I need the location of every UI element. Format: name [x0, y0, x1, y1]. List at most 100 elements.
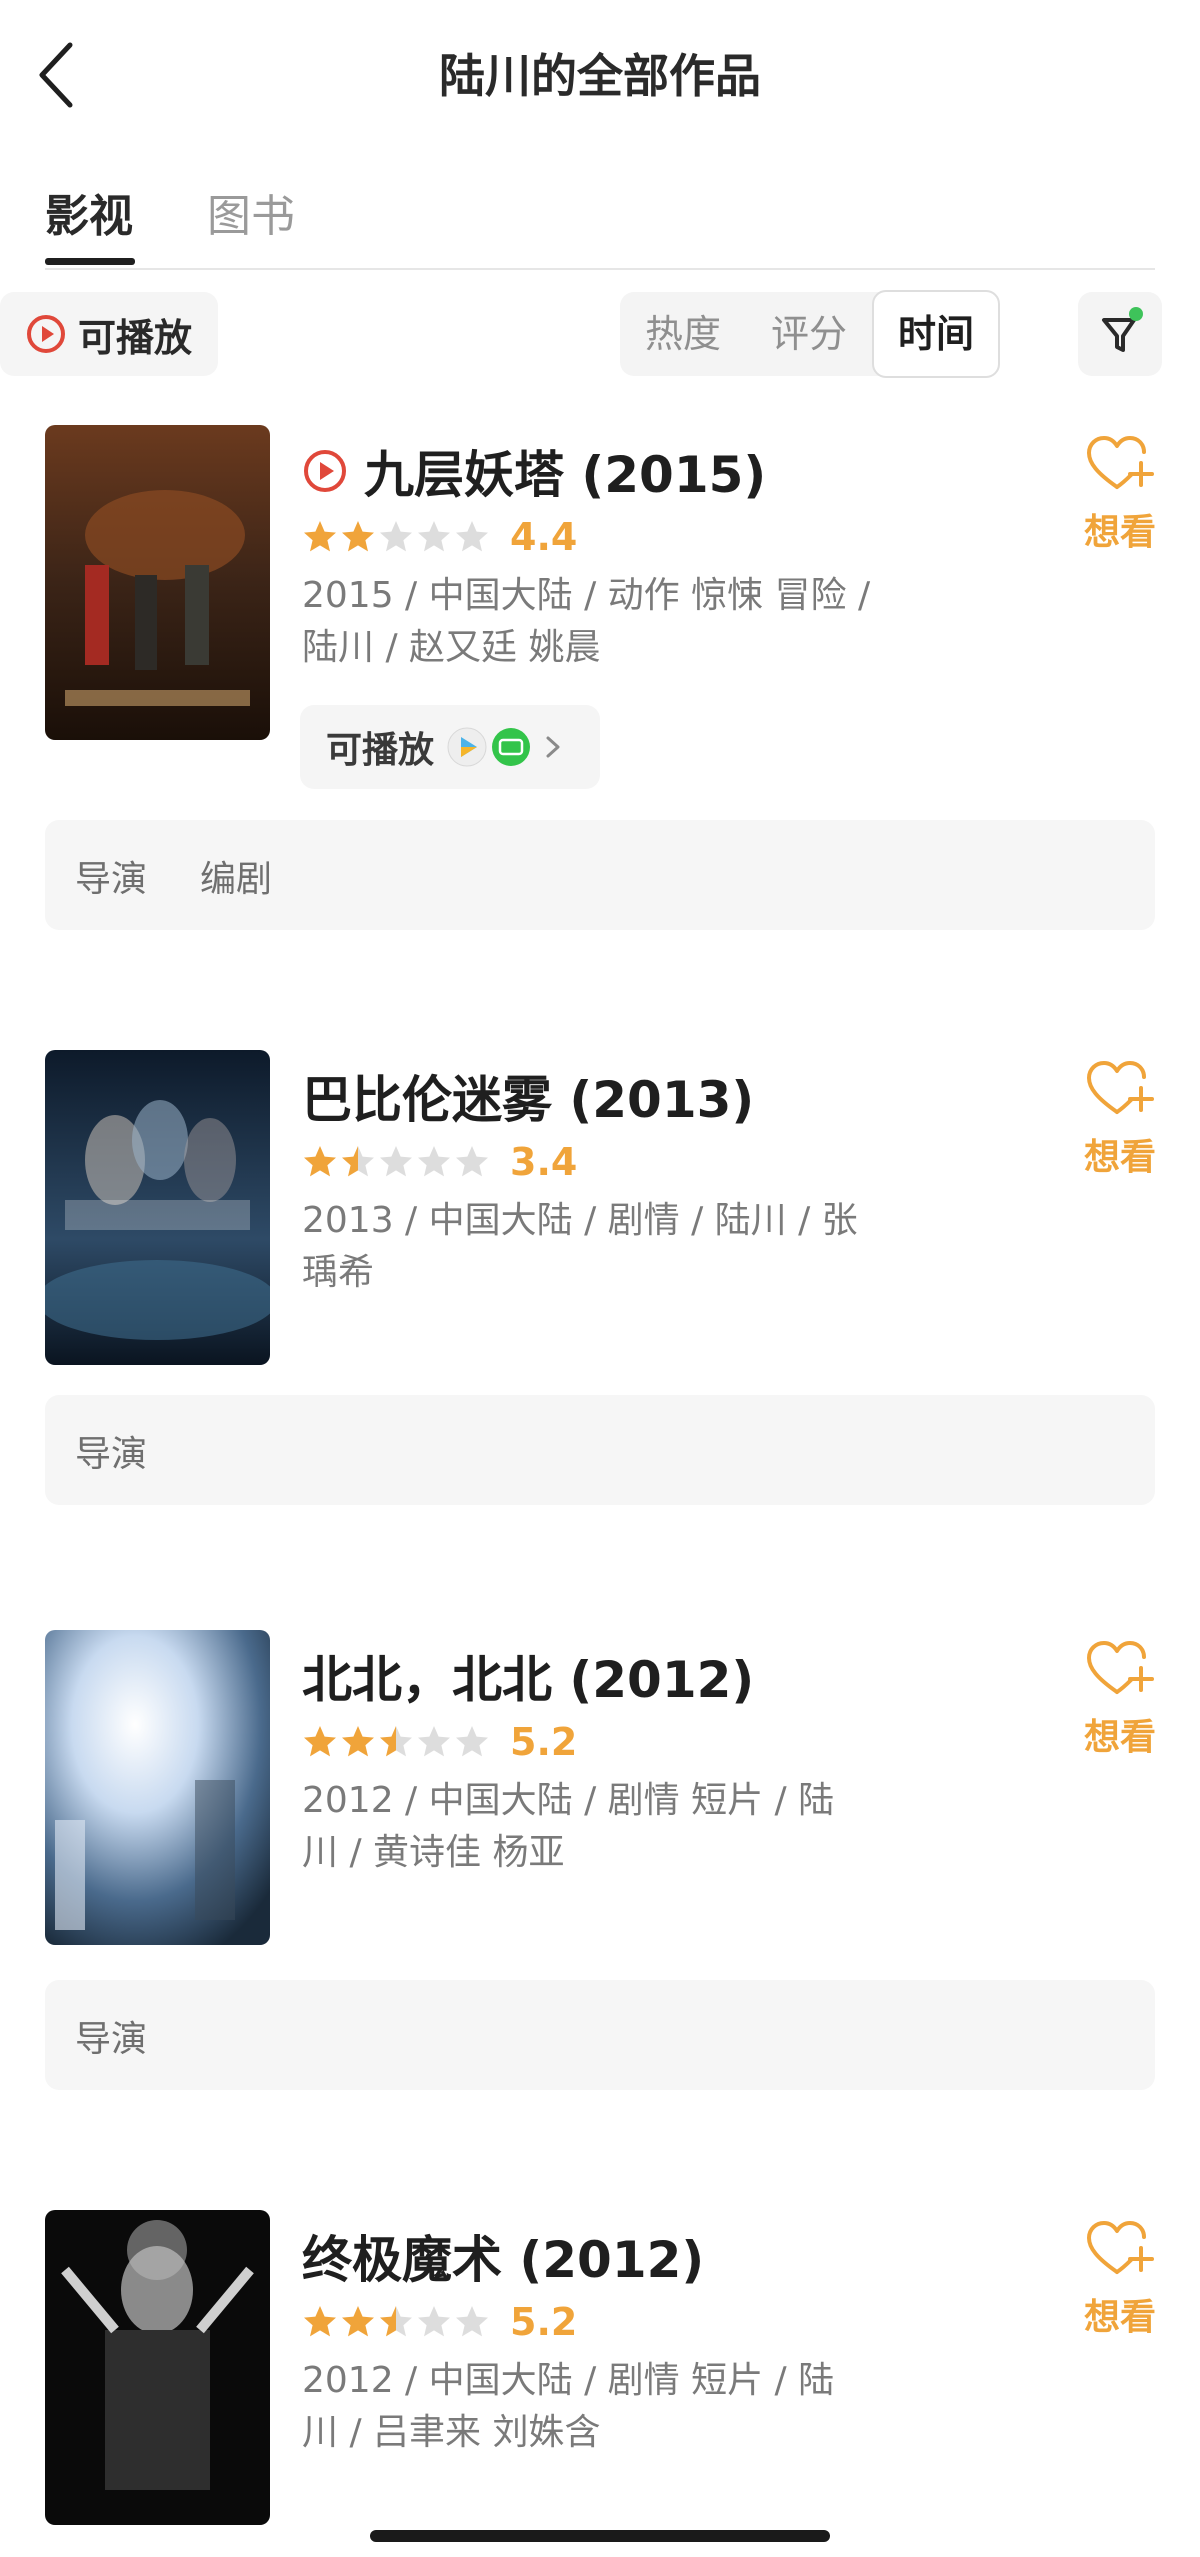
header: 陆川的全部作品 — [0, 0, 1200, 150]
want-to-watch-label: 想看 — [1083, 1137, 1156, 1178]
work-item[interactable]: 北北，北北 (2012) 5.2 2012 / 中国大陆 / 剧情 短片 / 陆… — [0, 1630, 1200, 2090]
rating-row: 4.4 — [302, 515, 577, 559]
title-row: 终极魔术 (2012) — [302, 2220, 704, 2292]
work-meta: 2015 / 中国大陆 / 动作 惊悚 冒险 / 陆川 / 赵又廷 姚晨 — [302, 570, 942, 674]
heart-plus-icon — [1087, 2221, 1154, 2274]
work-meta: 2012 / 中国大陆 / 剧情 短片 / 陆 川 / 吕聿来 刘姝含 — [302, 2355, 942, 2459]
tab-bar: 影视 图书 — [45, 170, 1155, 270]
rating-value: 4.4 — [510, 515, 578, 559]
role-tag: 导演 — [75, 1434, 148, 1475]
rating-value: 5.2 — [510, 2300, 578, 2344]
want-to-watch-button[interactable]: 想看 — [1070, 1638, 1170, 1760]
rating-row: 3.4 — [302, 1140, 577, 1184]
star-icon — [304, 1146, 336, 1177]
star-icon — [456, 2306, 488, 2337]
filter-button[interactable] — [1078, 292, 1162, 376]
want-to-watch-label: 想看 — [1083, 2297, 1156, 2338]
heart-plus-icon — [1087, 1641, 1154, 1694]
meta-line: 2015 / 中国大陆 / 动作 惊悚 冒险 / — [302, 575, 871, 616]
playable-filter-button[interactable]: 可播放 — [0, 292, 218, 376]
star-icon — [342, 2306, 374, 2337]
sort-option-time[interactable]: 时间 — [872, 290, 1000, 378]
star-rating — [302, 519, 492, 555]
rating-value: 5.2 — [510, 1720, 578, 1764]
want-to-watch-button[interactable]: 想看 — [1070, 2218, 1170, 2340]
play-sources-label: 可播放 — [326, 730, 435, 771]
tab-books[interactable]: 图书 — [207, 180, 295, 244]
home-indicator — [370, 2530, 830, 2542]
want-to-watch-label: 想看 — [1083, 512, 1156, 553]
play-circle-icon — [304, 450, 346, 492]
funnel-icon — [1102, 307, 1143, 352]
role-tag: 导演 — [75, 859, 148, 900]
title-row: 北北，北北 (2012) — [302, 1640, 754, 1712]
work-item[interactable]: 终极魔术 (2012) 5.2 2012 / 中国大陆 / 剧情 短片 / 陆 … — [0, 2210, 1200, 2530]
star-rating — [302, 1724, 492, 1760]
play-circle-icon — [27, 315, 65, 353]
work-item[interactable]: 巴比伦迷雾 (2013) 3.4 2013 / 中国大陆 / 剧情 / 陆川 /… — [0, 1050, 1200, 1510]
meta-line: 2012 / 中国大陆 / 剧情 短片 / 陆 — [302, 1780, 835, 1821]
meta-line: 川 / 黄诗佳 杨亚 — [302, 1832, 565, 1873]
poster-image[interactable] — [45, 425, 270, 740]
meta-line: 2012 / 中国大陆 / 剧情 短片 / 陆 — [302, 2360, 835, 2401]
heart-plus-icon — [1087, 1061, 1154, 1114]
star-icon — [342, 1146, 374, 1177]
star-icon — [456, 1726, 488, 1757]
chevron-right-icon — [546, 736, 560, 758]
rating-value: 3.4 — [510, 1140, 578, 1184]
work-title[interactable]: 终极魔术 (2012) — [302, 2220, 704, 2292]
star-icon — [380, 1726, 412, 1757]
role-tag: 导演 — [75, 2019, 148, 2060]
page-title: 陆川的全部作品 — [439, 49, 761, 103]
work-item[interactable]: 九层妖塔 (2015) 4.4 2015 / 中国大陆 / 动作 惊悚 冒险 /… — [0, 425, 1200, 945]
star-icon — [380, 521, 412, 552]
meta-line: 陆川 / 赵又廷 姚晨 — [302, 627, 601, 668]
star-icon — [304, 1726, 336, 1757]
star-icon — [380, 2306, 412, 2337]
role-bar: 导演 — [45, 1980, 1155, 2090]
star-rating — [302, 1144, 492, 1180]
star-icon — [418, 1726, 450, 1757]
poster-image[interactable] — [45, 1630, 270, 1945]
star-icon — [418, 2306, 450, 2337]
rating-row: 5.2 — [302, 1720, 577, 1764]
star-icon — [456, 1146, 488, 1177]
star-icon — [418, 521, 450, 552]
want-to-watch-label: 想看 — [1083, 1717, 1156, 1758]
meta-line: 瑀希 — [302, 1252, 375, 1293]
role-bar: 导演 编剧 — [45, 820, 1155, 930]
work-meta: 2013 / 中国大陆 / 剧情 / 陆川 / 张 瑀希 — [302, 1195, 942, 1299]
poster-image[interactable] — [45, 1050, 270, 1365]
active-tab-indicator — [45, 258, 135, 265]
work-title[interactable]: 九层妖塔 (2015) — [364, 435, 766, 507]
rating-row: 5.2 — [302, 2300, 577, 2344]
star-rating — [302, 2304, 492, 2340]
heart-plus-icon — [1087, 436, 1154, 489]
want-to-watch-button[interactable]: 想看 — [1070, 1058, 1170, 1180]
poster-image[interactable] — [45, 2210, 270, 2525]
star-icon — [304, 521, 336, 552]
star-icon — [342, 1726, 374, 1757]
title-row: 九层妖塔 (2015) — [302, 435, 766, 507]
iqiyi-icon — [492, 728, 531, 766]
star-icon — [380, 1146, 412, 1177]
tab-film[interactable]: 影视 — [45, 180, 133, 244]
want-to-watch-button[interactable]: 想看 — [1070, 433, 1170, 555]
star-icon — [418, 1146, 450, 1177]
title-row: 巴比伦迷雾 (2013) — [302, 1060, 754, 1132]
sort-option-rating[interactable]: 评分 — [746, 292, 872, 376]
work-title[interactable]: 北北，北北 (2012) — [302, 1640, 754, 1712]
sort-option-popularity[interactable]: 热度 — [620, 292, 746, 376]
meta-line: 川 / 吕聿来 刘姝含 — [302, 2412, 601, 2453]
meta-line: 2013 / 中国大陆 / 剧情 / 陆川 / 张 — [302, 1200, 858, 1241]
sort-segmented-control: 热度 评分 时间 — [620, 290, 1000, 378]
video-platform-icon — [447, 727, 487, 767]
star-icon — [304, 2306, 336, 2337]
role-tag: 编剧 — [200, 859, 273, 900]
star-icon — [456, 521, 488, 552]
star-icon — [342, 521, 374, 552]
work-title[interactable]: 巴比伦迷雾 (2013) — [302, 1060, 754, 1132]
work-meta: 2012 / 中国大陆 / 剧情 短片 / 陆 川 / 黄诗佳 杨亚 — [302, 1775, 942, 1879]
play-sources-button[interactable]: 可播放 — [300, 705, 600, 789]
filter-row: 可播放 热度 评分 时间 — [0, 290, 1200, 380]
